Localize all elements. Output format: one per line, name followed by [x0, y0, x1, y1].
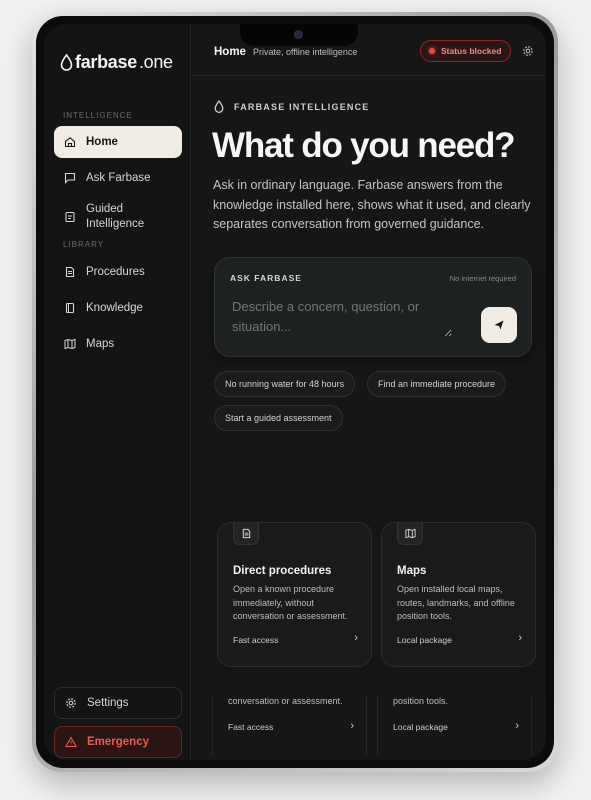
card-title: Direct procedures: [233, 565, 332, 577]
book-icon: [65, 302, 75, 314]
card-description: Open a known procedure immediately, with…: [233, 584, 348, 621]
card-footer: Fast access: [233, 635, 279, 645]
status-label: Status blocked: [441, 46, 502, 56]
emergency-label: Emergency: [87, 736, 150, 748]
document-icon: [242, 528, 250, 539]
section-label-intelligence: INTELLIGENCE: [63, 111, 133, 120]
main-content: Home Private, offline intelligence Statu…: [192, 24, 546, 760]
suggestion-chip[interactable]: Find an immediate procedure: [367, 371, 507, 397]
drop-icon: [60, 54, 73, 71]
breadcrumb-home[interactable]: Home: [214, 46, 246, 58]
send-icon: [494, 320, 504, 330]
gear-icon[interactable]: [522, 45, 534, 57]
tablet-device: farbase .one INTELLIGENCE Home Ask Farbas…: [32, 12, 558, 772]
settings-button[interactable]: Settings: [54, 687, 182, 719]
brand-name: farbase: [75, 52, 137, 72]
sidebar-item-procedures[interactable]: Procedures: [54, 256, 182, 288]
status-badge[interactable]: Status blocked: [420, 40, 512, 62]
breadcrumb-subtitle: Private, offline intelligence: [253, 47, 358, 57]
device-bezel: farbase .one INTELLIGENCE Home Ask Farbas…: [36, 16, 554, 768]
suggestion-chip[interactable]: No running water for 48 hours: [214, 371, 356, 397]
sidebar: farbase .one INTELLIGENCE Home Ask Farbas…: [44, 24, 191, 760]
drop-icon: [214, 100, 224, 113]
sidebar-item-knowledge[interactable]: Knowledge: [54, 292, 182, 324]
home-icon: [64, 137, 76, 148]
sidebar-item-home[interactable]: Home: [54, 126, 182, 158]
app-screen: farbase .one INTELLIGENCE Home Ask Farbas…: [44, 24, 546, 760]
brand-logo[interactable]: farbase .one: [60, 52, 173, 73]
gear-icon: [66, 698, 76, 708]
sidebar-item-ask-farbase[interactable]: Ask Farbase: [54, 162, 182, 194]
cards-behind: conversation or assessment. Fast access …: [212, 696, 534, 758]
settings-label: Settings: [87, 697, 129, 709]
camera-notch: [240, 24, 358, 46]
sidebar-item-label: Procedures: [86, 266, 145, 278]
brand-tld: .one: [138, 52, 173, 72]
page-title: What do you need?: [212, 126, 516, 165]
direct-procedures-card[interactable]: Direct procedures Open a known procedure…: [217, 522, 372, 667]
card-behind-text: position tools.: [393, 696, 449, 706]
sidebar-item-label: Ask Farbase: [86, 172, 151, 184]
sidebar-item-label: Home: [86, 136, 118, 148]
ask-farbase-card: ASK FARBASE No internet required: [214, 257, 532, 357]
sidebar-item-maps[interactable]: Maps: [54, 328, 182, 360]
status-dot-icon: [429, 48, 435, 54]
chat-icon: [64, 172, 76, 184]
sidebar-item-label: Maps: [86, 338, 115, 350]
camera-icon: [294, 30, 303, 39]
section-eyebrow: FARBASE INTELLIGENCE: [214, 100, 370, 113]
card-icon-wrap: [233, 523, 259, 545]
chevron-right-icon: ›: [515, 720, 519, 732]
sidebar-item-guided-intelligence[interactable]: Guided Intelligence: [54, 199, 182, 235]
chevron-right-icon: ›: [518, 632, 522, 644]
send-button[interactable]: [481, 307, 517, 343]
ask-label: ASK FARBASE: [230, 273, 302, 283]
offline-note: No internet required: [449, 274, 516, 283]
card-behind-footer: Local package: [393, 722, 448, 732]
card-behind-footer: Fast access: [228, 722, 274, 732]
ask-input[interactable]: [232, 297, 452, 337]
eyebrow-label: FARBASE INTELLIGENCE: [234, 101, 370, 112]
section-label-library: LIBRARY: [63, 240, 105, 249]
maps-card[interactable]: Maps Open installed local maps, routes, …: [381, 522, 536, 667]
map-icon: [64, 338, 76, 350]
card-behind: position tools. Local package ›: [377, 696, 532, 756]
card-title: Maps: [397, 565, 427, 577]
card-behind: conversation or assessment. Fast access …: [212, 696, 367, 756]
card-icon-wrap: [397, 523, 423, 545]
map-icon: [404, 528, 416, 539]
sidebar-item-label: Guided Intelligence: [86, 203, 145, 230]
suggestion-chip[interactable]: Start a guided assessment: [214, 405, 343, 431]
chevron-right-icon: ›: [350, 720, 354, 732]
guide-icon: [65, 211, 75, 223]
document-icon: [65, 266, 75, 278]
intro-text: Ask in ordinary language. Farbase answer…: [213, 178, 531, 231]
sidebar-item-label: Knowledge: [86, 302, 143, 314]
card-footer: Local package: [397, 635, 452, 645]
emergency-button[interactable]: Emergency: [54, 726, 182, 758]
card-description: Open installed local maps, routes, landm…: [397, 584, 515, 621]
warning-icon: [65, 736, 77, 748]
chevron-right-icon: ›: [354, 632, 358, 644]
card-behind-text: conversation or assessment.: [228, 696, 343, 706]
